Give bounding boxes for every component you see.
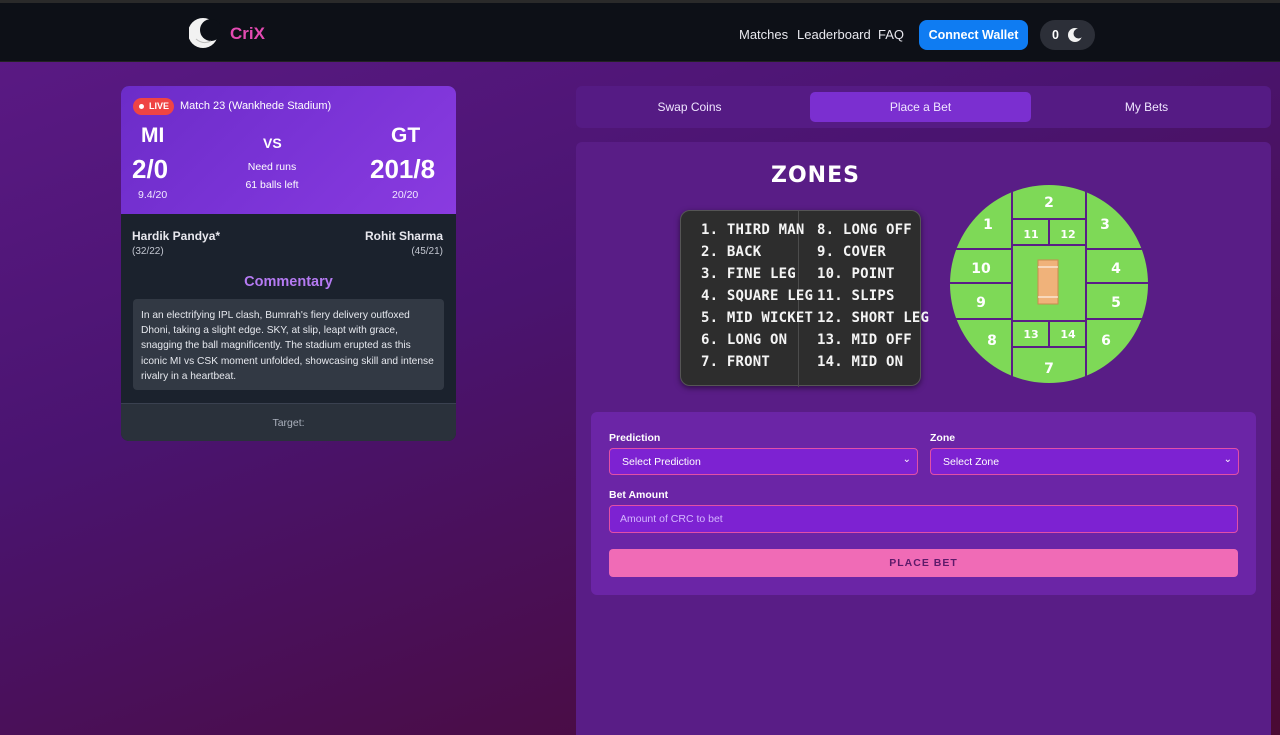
zone-label: Zone xyxy=(930,432,956,444)
balls-left-label: 61 balls left xyxy=(245,179,299,191)
zone-number: 2 xyxy=(1044,195,1054,211)
coin-balance-pill[interactable]: 0 xyxy=(1040,20,1095,50)
field-zone-map[interactable]: 1 2 3 4 5 6 7 8 9 10 11 12 13 14 xyxy=(948,183,1150,385)
zone-number: 4 xyxy=(1111,261,1121,277)
zone-legend-item: 11. SLIPS xyxy=(817,288,895,304)
brand-name[interactable]: CriX xyxy=(230,24,265,44)
live-badge: LIVE xyxy=(133,98,174,115)
tab-place-a-bet[interactable]: Place a Bet xyxy=(810,92,1031,122)
prediction-label: Prediction xyxy=(609,432,661,444)
target-bar: Target: xyxy=(121,403,456,441)
zone-legend-item: 7. FRONT xyxy=(701,354,771,370)
place-bet-button[interactable]: PLACE BET xyxy=(609,549,1238,577)
team-a-score: 2/0 xyxy=(132,154,169,184)
commentary-heading: Commentary xyxy=(244,274,333,290)
team-b-score: 201/8 xyxy=(370,154,436,184)
match-title: Match 23 (Wankhede Stadium) xyxy=(180,100,332,112)
place-bet-panel: ZONES 1. THIRD MAN 2. BACK 3. FINE LEG 4… xyxy=(576,142,1271,735)
team-b-overs: 20/20 xyxy=(392,189,419,201)
bet-form: Prediction Select Prediction ⌄ Zone Sele… xyxy=(591,412,1256,595)
chevron-down-icon: ⌄ xyxy=(902,454,911,465)
zone-legend-item: 5. MID WICKET xyxy=(701,310,814,326)
zone-legend-item: 10. POINT xyxy=(817,266,895,282)
zone-number: 14 xyxy=(1060,328,1076,341)
zone-select[interactable]: Select Zone ⌄ xyxy=(930,448,1239,475)
match-card: LIVE Match 23 (Wankhede Stadium) MI 2/0 … xyxy=(121,86,456,441)
zones-heading: ZONES xyxy=(771,163,860,188)
zone-cell[interactable] xyxy=(948,318,1013,385)
zone-cell[interactable] xyxy=(1085,318,1150,385)
chevron-down-icon: ⌄ xyxy=(1223,454,1232,465)
commentary-text: In an electrifying IPL clash, Bumrah's f… xyxy=(133,299,444,390)
batsman-a-score: (32/22) xyxy=(132,246,164,257)
batsman-b-name: Rohit Sharma xyxy=(364,229,443,243)
zone-cell[interactable] xyxy=(1085,183,1150,250)
team-a-code: MI xyxy=(141,124,165,147)
zone-number: 8 xyxy=(987,333,997,349)
zone-cell[interactable] xyxy=(948,183,1013,250)
zone-legend-item: 14. MID ON xyxy=(817,354,904,370)
crix-logo-icon[interactable] xyxy=(189,17,221,49)
zone-legend-item: 3. FINE LEG xyxy=(701,266,796,282)
vs-label: VS xyxy=(263,135,282,151)
tab-swap-coins[interactable]: Swap Coins xyxy=(579,92,800,122)
live-label: LIVE xyxy=(149,101,170,111)
tab-label: Swap Coins xyxy=(657,100,722,114)
zone-legend-item: 8. LONG OFF xyxy=(817,222,912,238)
team-a-overs: 9.4/20 xyxy=(138,189,168,201)
target-label: Target: xyxy=(272,417,305,429)
zone-legend-item: 4. SQUARE LEG xyxy=(701,288,814,304)
live-dot-icon xyxy=(139,104,144,109)
zone-number: 7 xyxy=(1044,361,1054,377)
batsman-b-score: (45/21) xyxy=(411,246,443,257)
zone-legend-item: 12. SHORT LEG xyxy=(817,310,930,326)
tab-label: My Bets xyxy=(1124,100,1169,114)
tab-my-bets[interactable]: My Bets xyxy=(1036,92,1257,122)
zone-number: 1 xyxy=(983,217,993,233)
prediction-select[interactable]: Select Prediction ⌄ xyxy=(609,448,918,475)
zone-number: 9 xyxy=(976,295,986,311)
zones-legend: 1. THIRD MAN 2. BACK 3. FINE LEG 4. SQUA… xyxy=(680,210,929,387)
nav-matches-link[interactable]: Matches xyxy=(739,27,788,42)
nav-leaderboard-link[interactable]: Leaderboard xyxy=(797,27,871,42)
zone-number: 13 xyxy=(1023,328,1038,341)
zone-number: 6 xyxy=(1101,333,1111,349)
nav-faq-link[interactable]: FAQ xyxy=(878,27,904,42)
zone-number: 11 xyxy=(1023,228,1038,241)
zone-number: 3 xyxy=(1100,217,1110,233)
zone-legend-item: 1. THIRD MAN xyxy=(701,222,805,238)
team-b-code: GT xyxy=(391,124,421,147)
zone-select-value: Select Zone xyxy=(943,456,1000,468)
zone-legend-item: 2. BACK xyxy=(701,244,762,260)
zone-number: 10 xyxy=(971,261,991,277)
zone-legend-item: 9. COVER xyxy=(817,244,887,260)
bet-amount-input[interactable] xyxy=(609,505,1238,533)
zone-legend-item: 13. MID OFF xyxy=(817,332,912,348)
betting-tabs: Swap Coins Place a Bet My Bets xyxy=(576,86,1271,128)
top-navbar: CriX Matches Leaderboard FAQ Connect Wal… xyxy=(0,0,1280,62)
tab-label: Place a Bet xyxy=(889,100,952,114)
zone-number: 5 xyxy=(1111,295,1121,311)
zone-number: 12 xyxy=(1060,228,1075,241)
connect-wallet-button[interactable]: Connect Wallet xyxy=(919,20,1028,50)
prediction-select-value: Select Prediction xyxy=(622,456,701,468)
scoreboard: LIVE Match 23 (Wankhede Stadium) MI 2/0 … xyxy=(121,86,456,214)
coin-balance: 0 xyxy=(1052,28,1059,42)
bet-amount-label: Bet Amount xyxy=(609,489,669,501)
crix-coin-icon xyxy=(1068,28,1083,42)
zone-legend-item: 6. LONG ON xyxy=(701,332,788,348)
batsman-a-name: Hardik Pandya* xyxy=(132,229,221,243)
need-runs-label: Need runs xyxy=(247,161,297,173)
page: CriX Matches Leaderboard FAQ Connect Wal… xyxy=(0,0,1280,735)
